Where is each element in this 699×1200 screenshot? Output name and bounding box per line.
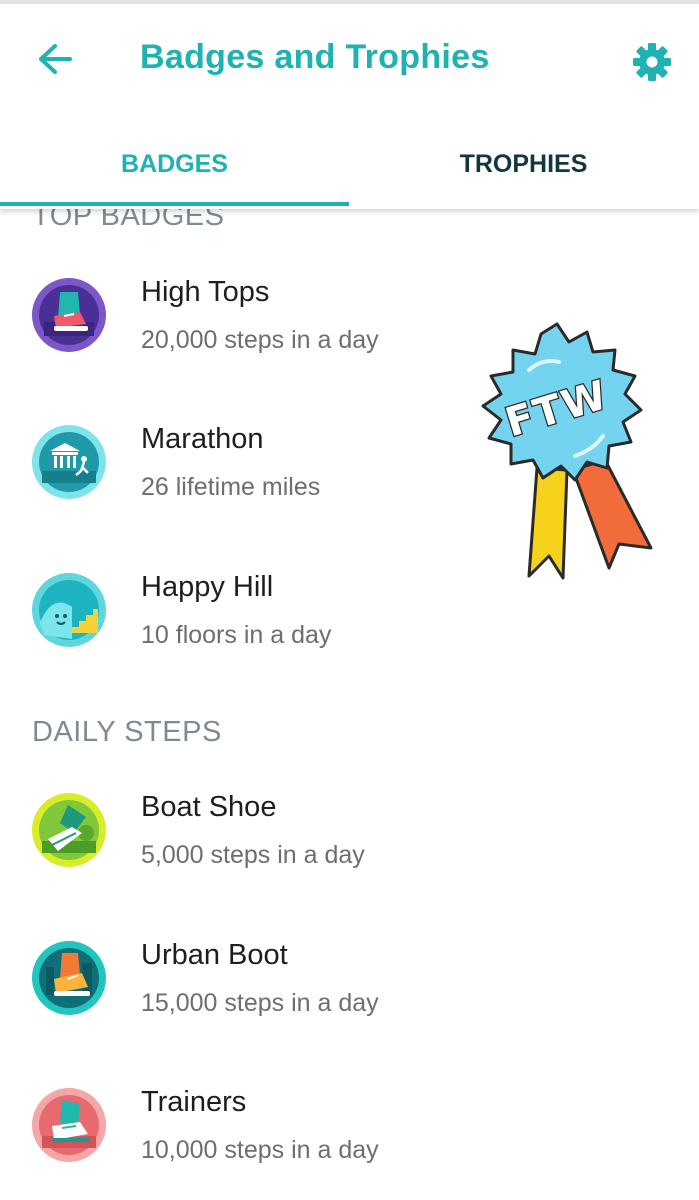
tab-trophies-label: TROPHIES [459, 149, 588, 178]
tab-badges-label: BADGES [121, 149, 228, 178]
selected-tab-indicator [0, 202, 349, 206]
happy-hill-badge-icon [32, 573, 106, 647]
tab-trophies[interactable]: TROPHIES [349, 122, 698, 206]
section-header-daily-steps: DAILY STEPS [32, 716, 222, 748]
list-item-boat-shoe[interactable]: Boat Shoe 5,000 steps in a day [0, 765, 699, 895]
back-button[interactable] [30, 34, 80, 84]
badge-title: Boat Shoe [141, 791, 277, 823]
badge-detail: 10,000 steps in a day [141, 1136, 379, 1164]
list-item-urban-boot[interactable]: Urban Boot 15,000 steps in a day [0, 913, 699, 1043]
ribbon-rosette-icon: FTW [481, 322, 653, 580]
badge-detail: 15,000 steps in a day [141, 989, 379, 1017]
badge-detail: 5,000 steps in a day [141, 841, 365, 869]
app-header: Badges and Trophies BADGES TROPHIES [0, 4, 699, 209]
marathon-badge-icon [32, 425, 106, 499]
arrow-left-icon [39, 44, 72, 74]
badge-title: Urban Boot [141, 939, 288, 971]
badge-title: Trainers [141, 1086, 247, 1118]
badge-detail: 10 floors in a day [141, 621, 332, 649]
badge-detail: 26 lifetime miles [141, 473, 321, 501]
tab-badges[interactable]: BADGES [0, 122, 349, 206]
high-tops-badge-icon [32, 278, 106, 352]
badge-title: Marathon [141, 423, 264, 455]
badge-title: High Tops [141, 276, 270, 308]
tab-bar: BADGES TROPHIES [0, 122, 699, 206]
settings-button[interactable] [626, 36, 678, 88]
badge-detail: 20,000 steps in a day [141, 326, 379, 354]
badge-title: Happy Hill [141, 571, 274, 603]
page-title: Badges and Trophies [140, 38, 490, 76]
urban-boot-badge-icon [32, 941, 106, 1015]
gear-icon [633, 43, 671, 81]
trainers-badge-icon [32, 1088, 106, 1162]
boat-shoe-badge-icon [32, 793, 106, 867]
list-item-trainers[interactable]: Trainers 10,000 steps in a day [0, 1060, 699, 1190]
